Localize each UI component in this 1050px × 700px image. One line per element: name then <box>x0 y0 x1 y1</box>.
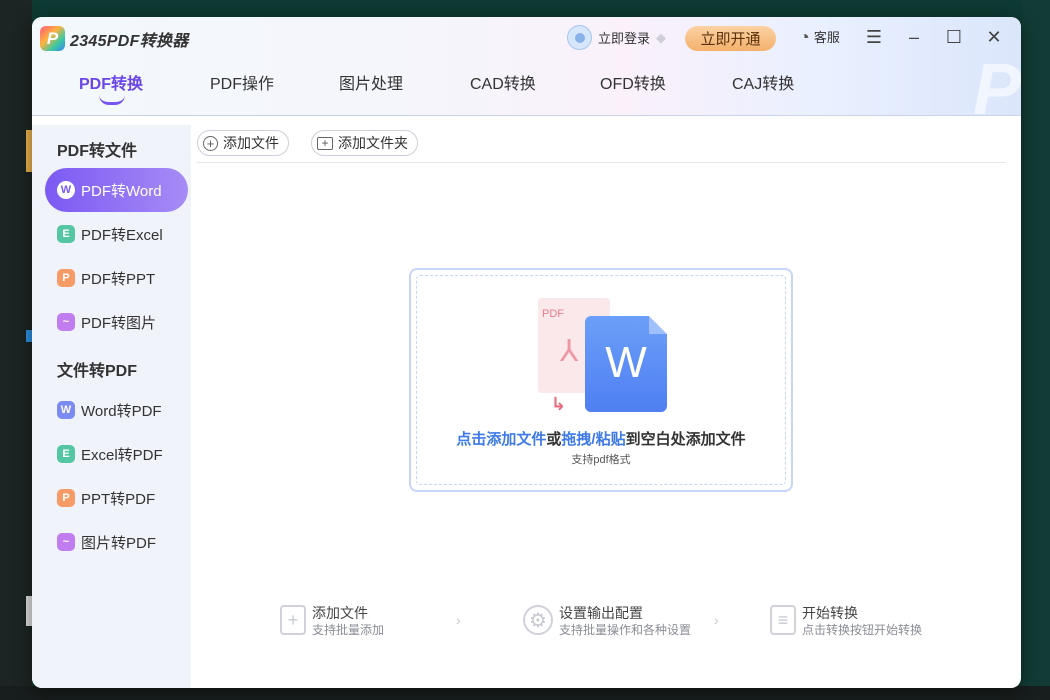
tab-caj-convert[interactable]: CAJ转换 <box>732 70 794 94</box>
file-dropzone[interactable]: PDF ⅄ W ↳ 点击添加文件或拖拽/粘贴到空白处添加文件 支持pdf格式 <box>409 268 793 492</box>
step-title: 设置输出配置 <box>559 605 643 621</box>
file-toolbar: + 添加文件 + 添加文件夹 <box>197 129 1006 163</box>
minimize-icon[interactable]: – <box>902 25 926 49</box>
avatar-icon <box>567 25 592 50</box>
desktop-background-right <box>1022 0 1050 700</box>
sidebar-item-image-to-pdf[interactable]: ~ 图片转PDF <box>45 520 188 564</box>
login-button[interactable]: 立即登录 ◆ <box>567 25 666 50</box>
dropzone-instruction: 点击添加文件或拖拽/粘贴到空白处添加文件 <box>411 428 791 449</box>
menu-icon[interactable]: ☰ <box>862 25 886 49</box>
sidebar-item-excel-to-pdf[interactable]: E Excel转PDF <box>45 432 188 476</box>
excel-icon: E <box>57 445 75 463</box>
title-bar: P P 2345PDF转换器 立即登录 ◆ 立即开通 ◔ 客服 ☰ – ☐ ✕ … <box>32 17 1021 130</box>
step-start-convert: ≡ 开始转换 点击转换按钮开始转换 <box>770 605 922 639</box>
acrobat-icon: ⅄ <box>560 335 579 368</box>
step-output-settings: ⚙ 设置输出配置 支持批量操作和各种设置 <box>523 605 691 639</box>
tab-pdf-operations[interactable]: PDF操作 <box>210 70 274 94</box>
add-file-button[interactable]: + 添加文件 <box>197 130 289 156</box>
plus-circle-icon: + <box>203 135 218 151</box>
app-window: P P 2345PDF转换器 立即登录 ◆ 立即开通 ◔ 客服 ☰ – ☐ ✕ … <box>32 17 1021 688</box>
chevron-right-icon: › <box>456 612 461 628</box>
sidebar-item-label: PPT转PDF <box>81 490 156 508</box>
sidebar-item-word-to-pdf[interactable]: W Word转PDF <box>45 388 188 432</box>
step-title: 开始转换 <box>802 605 858 621</box>
pdf-label: PDF <box>542 308 564 320</box>
step-add-file: + 添加文件 支持批量添加 <box>280 605 384 639</box>
tab-image-processing[interactable]: 图片处理 <box>339 70 403 94</box>
sidebar-item-label: PDF转Excel <box>81 226 163 244</box>
convert-arrow-icon: ↳ <box>551 394 567 414</box>
ppt-icon: P <box>57 269 75 287</box>
dropzone-or: 或 <box>546 431 562 448</box>
sidebar-item-ppt-to-pdf[interactable]: P PPT转PDF <box>45 476 188 520</box>
tab-cad-convert[interactable]: CAD转换 <box>470 70 536 94</box>
word-icon: W <box>57 181 75 199</box>
step-title: 添加文件 <box>312 605 368 621</box>
step-subtitle: 点击转换按钮开始转换 <box>802 623 923 637</box>
close-icon[interactable]: ✕ <box>982 25 1006 49</box>
word-letter: W <box>605 338 647 387</box>
add-file-label: 添加文件 <box>223 135 279 151</box>
headset-icon: ◔ <box>799 26 810 47</box>
sidebar-item-label: PDF转Word <box>81 182 162 200</box>
settings-icon: ⚙ <box>523 605 553 635</box>
sidebar: PDF转文件 W PDF转Word E PDF转Excel P PDF转PPT … <box>32 125 191 688</box>
active-tab-indicator <box>99 95 125 105</box>
sidebar-item-pdf-to-word[interactable]: W PDF转Word <box>45 168 188 212</box>
step-subtitle: 支持批量操作和各种设置 <box>559 623 692 637</box>
add-folder-label: 添加文件夹 <box>338 135 408 151</box>
desktop-taskbar-fragment <box>0 686 1050 700</box>
add-file-icon: + <box>280 605 306 635</box>
sidebar-item-pdf-to-excel[interactable]: E PDF转Excel <box>45 212 188 256</box>
sidebar-item-label: PDF转PPT <box>81 270 156 288</box>
customer-service-button[interactable]: ◔ 客服 <box>799 27 840 46</box>
dropzone-format-hint: 支持pdf格式 <box>571 454 631 466</box>
steps-guide: + 添加文件 支持批量添加 › ⚙ 设置输出配置 支持批量操作和各种设置 › ≡… <box>280 605 970 641</box>
image-icon: ~ <box>57 313 75 331</box>
image-icon: ~ <box>57 533 75 551</box>
app-title: 2345PDF转换器 <box>70 32 189 50</box>
maximize-icon[interactable]: ☐ <box>942 25 966 49</box>
desktop-background-left <box>0 0 32 700</box>
app-logo: P 2345PDF转换器 <box>40 26 189 51</box>
sidebar-item-label: PDF转图片 <box>81 314 157 332</box>
sidebar-item-label: 图片转PDF <box>81 534 157 552</box>
sidebar-item-pdf-to-image[interactable]: ~ PDF转图片 <box>45 300 188 344</box>
vip-open-button[interactable]: 立即开通 <box>685 26 776 51</box>
chevron-right-icon: › <box>714 612 719 628</box>
convert-icon: ≡ <box>770 605 796 635</box>
click-add-link[interactable]: 点击添加文件 <box>456 431 546 448</box>
sidebar-group-file-to-pdf: 文件转PDF <box>57 363 138 380</box>
service-label: 客服 <box>813 30 840 45</box>
tab-ofd-convert[interactable]: OFD转换 <box>600 70 666 94</box>
word-file-icon: W <box>585 316 667 412</box>
sidebar-item-label: Excel转PDF <box>81 446 163 464</box>
page-fold-icon <box>649 316 667 334</box>
folder-plus-icon: + <box>317 136 333 150</box>
sidebar-item-pdf-to-ppt[interactable]: P PDF转PPT <box>45 256 188 300</box>
logo-mark-icon: P <box>40 26 65 51</box>
drag-paste-text: 拖拽/粘贴 <box>561 431 626 448</box>
step-subtitle: 支持批量添加 <box>312 623 385 637</box>
word-icon: W <box>57 401 75 419</box>
main-tabs: PDF转换 PDF操作 图片处理 CAD转换 OFD转换 CAJ转换 <box>32 62 1021 107</box>
ppt-icon: P <box>57 489 75 507</box>
diamond-icon: ◆ <box>656 29 667 45</box>
dropzone-rest: 到空白处添加文件 <box>625 431 746 448</box>
add-folder-button[interactable]: + 添加文件夹 <box>311 130 418 156</box>
login-label: 立即登录 <box>598 31 651 46</box>
sidebar-group-pdf-to-file: PDF转文件 <box>57 143 138 160</box>
excel-icon: E <box>57 225 75 243</box>
sidebar-item-label: Word转PDF <box>81 402 162 420</box>
tab-pdf-convert[interactable]: PDF转换 <box>79 70 143 94</box>
